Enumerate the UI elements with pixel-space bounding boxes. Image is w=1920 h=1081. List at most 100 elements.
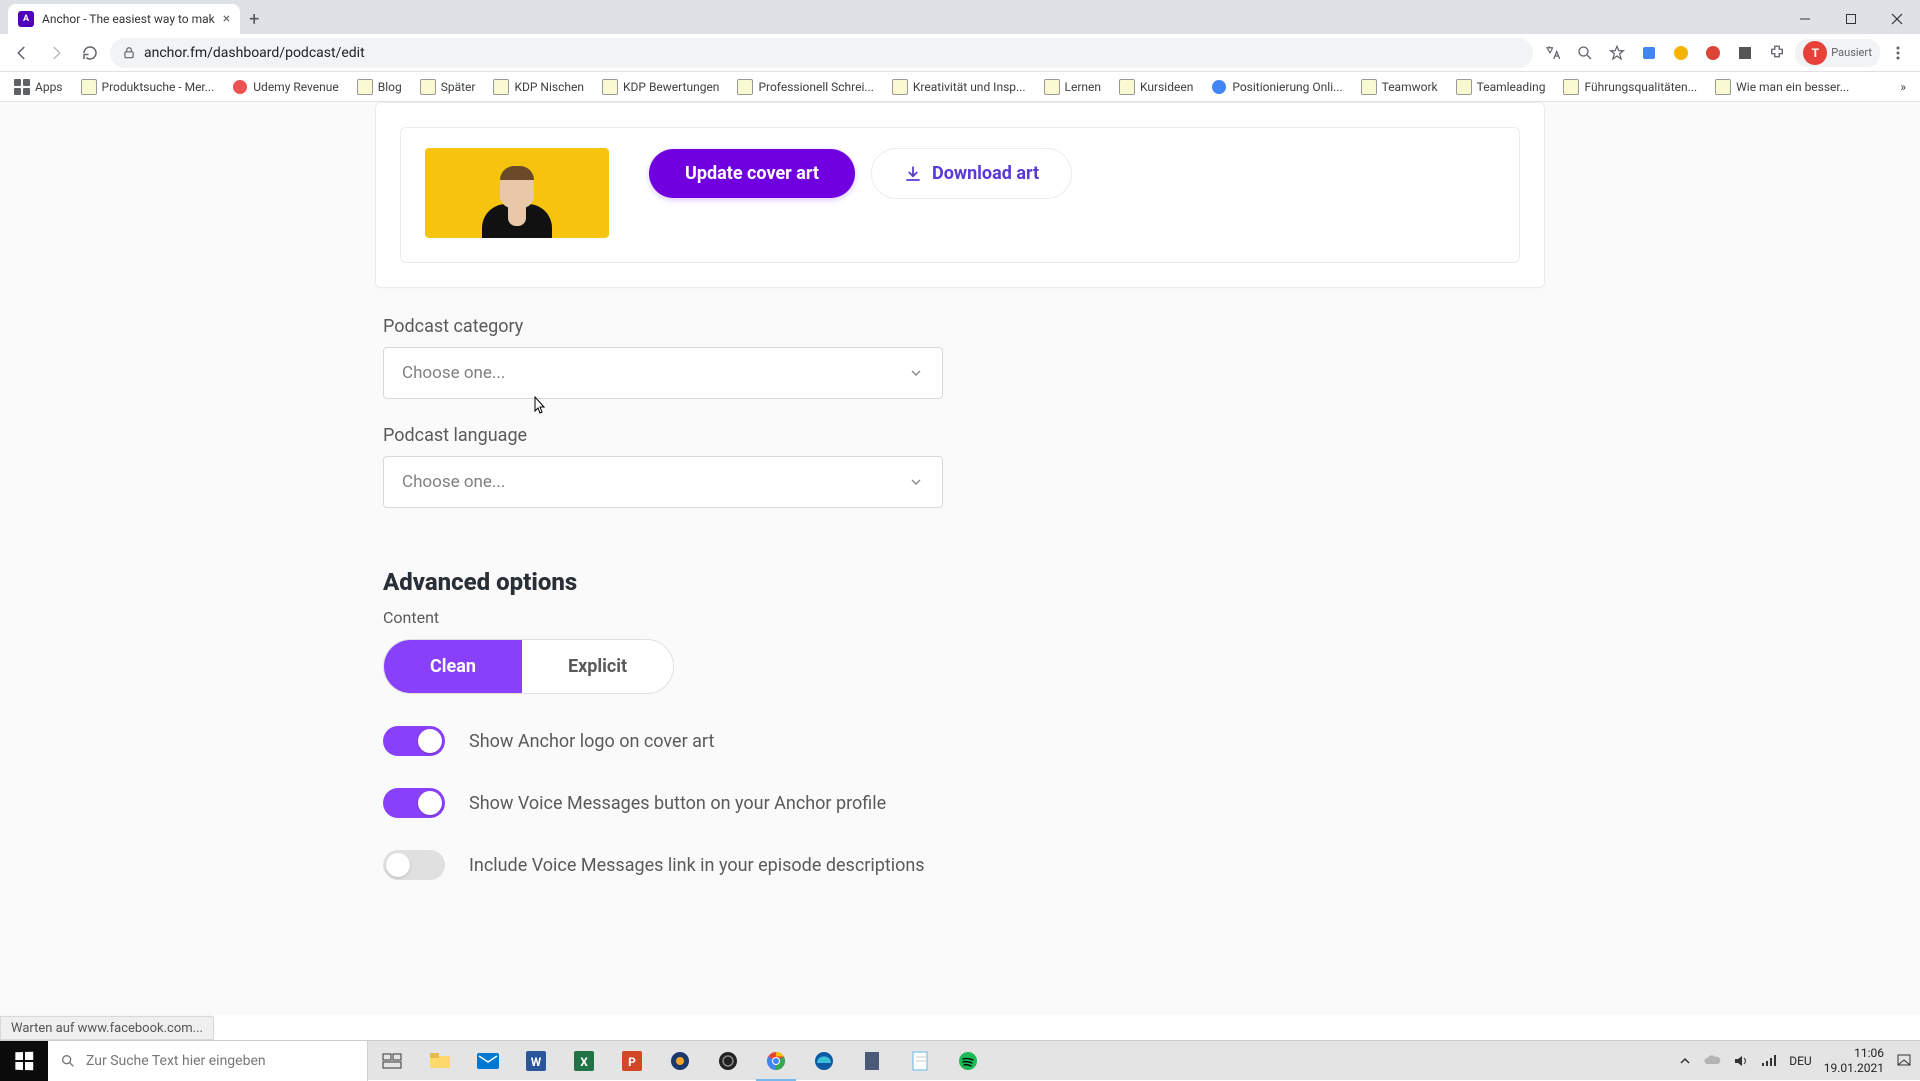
cover-art-card: Update cover art Download art	[375, 102, 1545, 288]
date-text: 19.01.2021	[1824, 1061, 1884, 1075]
language-label: Podcast language	[383, 425, 1537, 446]
edge-icon[interactable]	[800, 1041, 848, 1081]
apps-button[interactable]: Apps	[8, 76, 69, 98]
extension-icon[interactable]	[1635, 39, 1663, 67]
volume-icon[interactable]	[1733, 1054, 1749, 1068]
mail-icon[interactable]	[464, 1041, 512, 1081]
task-view-icon[interactable]	[368, 1041, 416, 1081]
window-titlebar: A Anchor - The easiest way to mak × +	[0, 0, 1920, 34]
bookmark-item[interactable]: Wie man ein besser...	[1709, 76, 1855, 98]
page-viewport: Update cover art Download art Podcast ca…	[0, 102, 1920, 1015]
explicit-option[interactable]: Explicit	[522, 640, 673, 693]
clean-option[interactable]: Clean	[384, 640, 522, 693]
network-icon[interactable]	[1761, 1054, 1777, 1068]
download-art-label: Download art	[932, 163, 1039, 184]
word-icon[interactable]: W	[512, 1041, 560, 1081]
toggle-row: Show Anchor logo on cover art	[383, 726, 1537, 756]
show-voice-messages-toggle[interactable]	[383, 788, 445, 818]
download-art-button[interactable]: Download art	[871, 148, 1072, 199]
maximize-button[interactable]	[1828, 4, 1874, 34]
anchor-favicon-icon: A	[18, 11, 34, 27]
update-cover-art-button[interactable]: Update cover art	[649, 149, 855, 198]
search-icon	[60, 1053, 76, 1069]
start-button[interactable]	[0, 1041, 48, 1081]
extension-icon-4[interactable]	[1731, 39, 1759, 67]
obs-icon[interactable]	[704, 1041, 752, 1081]
onedrive-icon[interactable]	[1703, 1055, 1721, 1067]
new-tab-button[interactable]: +	[240, 9, 268, 34]
bookmark-item[interactable]: Führungsqualitäten...	[1557, 76, 1703, 98]
reload-button[interactable]	[76, 39, 104, 67]
powerpoint-icon[interactable]: P	[608, 1041, 656, 1081]
toggle-label: Include Voice Messages link in your epis…	[469, 855, 925, 876]
bookmark-item[interactable]: Kreativität und Insp...	[886, 76, 1032, 98]
minimize-button[interactable]	[1782, 4, 1828, 34]
file-explorer-icon[interactable]	[416, 1041, 464, 1081]
extension-icon-2[interactable]	[1667, 39, 1695, 67]
chevron-down-icon	[908, 365, 924, 381]
bookmark-item[interactable]: Teamleading	[1450, 76, 1552, 98]
bookmarks-overflow-button[interactable]: »	[1894, 77, 1912, 97]
browser-status-bar: Warten auf www.facebook.com...	[0, 1016, 214, 1040]
star-icon[interactable]	[1603, 39, 1631, 67]
url-text: anchor.fm/dashboard/podcast/edit	[144, 45, 365, 61]
language-select[interactable]: Choose one...	[383, 456, 943, 508]
bookmark-item[interactable]: Positionierung Onli...	[1205, 76, 1348, 98]
notepad-icon[interactable]	[896, 1041, 944, 1081]
profile-status-chip[interactable]: T Pausiert	[1795, 39, 1880, 67]
bookmark-item[interactable]: Später	[414, 76, 482, 98]
chevron-down-icon	[908, 474, 924, 490]
toggle-row: Show Voice Messages button on your Ancho…	[383, 788, 1537, 818]
address-bar[interactable]: anchor.fm/dashboard/podcast/edit	[110, 38, 1533, 68]
app-icon[interactable]	[656, 1041, 704, 1081]
extension-icon-3[interactable]	[1699, 39, 1727, 67]
bookmark-item[interactable]: Kursideen	[1113, 76, 1199, 98]
chrome-icon[interactable]	[752, 1041, 800, 1081]
bookmark-item[interactable]: KDP Bewertungen	[596, 76, 725, 98]
cover-art-thumbnail[interactable]	[425, 148, 609, 238]
extensions-puzzle-icon[interactable]	[1763, 39, 1791, 67]
notifications-icon[interactable]	[1896, 1053, 1912, 1069]
excel-icon[interactable]: X	[560, 1041, 608, 1081]
forward-button[interactable]	[42, 39, 70, 67]
translate-icon[interactable]	[1539, 39, 1567, 67]
tab-title: Anchor - The easiest way to mak	[42, 12, 215, 26]
taskbar-search[interactable]: Zur Suche Text hier eingeben	[48, 1041, 368, 1081]
svg-text:X: X	[580, 1055, 588, 1069]
clock[interactable]: 11:06 19.01.2021	[1824, 1046, 1884, 1075]
bookmark-item[interactable]: Produktsuche - Mer...	[75, 76, 221, 98]
category-label: Podcast category	[383, 316, 1537, 337]
zoom-icon[interactable]	[1571, 39, 1599, 67]
tray-chevron-icon[interactable]	[1679, 1055, 1691, 1067]
advanced-options-heading: Advanced options	[383, 568, 1537, 596]
svg-text:W: W	[531, 1055, 542, 1069]
category-placeholder: Choose one...	[402, 363, 505, 383]
bookmark-item[interactable]: KDP Nischen	[487, 76, 590, 98]
browser-toolbar: anchor.fm/dashboard/podcast/edit T Pausi…	[0, 34, 1920, 72]
bookmark-item[interactable]: Teamwork	[1355, 76, 1444, 98]
bookmark-item[interactable]: Lernen	[1038, 76, 1108, 98]
language-indicator[interactable]: DEU	[1789, 1054, 1811, 1068]
toggle-label: Show Anchor logo on cover art	[469, 731, 714, 752]
show-anchor-logo-toggle[interactable]	[383, 726, 445, 756]
toggle-row: Include Voice Messages link in your epis…	[383, 850, 1537, 880]
include-voice-link-toggle[interactable]	[383, 850, 445, 880]
download-icon	[904, 165, 922, 183]
back-button[interactable]	[8, 39, 36, 67]
profile-avatar-icon: T	[1803, 41, 1827, 65]
bookmarks-bar: Apps Produktsuche - Mer... Udemy Revenue…	[0, 72, 1920, 102]
bookmark-item[interactable]: Professionell Schrei...	[731, 76, 879, 98]
close-window-button[interactable]	[1874, 4, 1920, 34]
content-label: Content	[383, 608, 1537, 627]
close-tab-icon[interactable]: ×	[223, 11, 230, 27]
category-select[interactable]: Choose one...	[383, 347, 943, 399]
bookmark-item[interactable]: Blog	[351, 76, 408, 98]
toggle-label: Show Voice Messages button on your Ancho…	[469, 793, 886, 814]
app-icon-2[interactable]	[848, 1041, 896, 1081]
spotify-icon[interactable]	[944, 1041, 992, 1081]
menu-icon[interactable]	[1884, 39, 1912, 67]
bookmark-item[interactable]: Udemy Revenue	[226, 76, 344, 98]
browser-tab[interactable]: A Anchor - The easiest way to mak ×	[8, 4, 240, 34]
time-text: 11:06	[1824, 1046, 1884, 1060]
windows-taskbar: Zur Suche Text hier eingeben W X P DEU 1…	[0, 1040, 1920, 1080]
